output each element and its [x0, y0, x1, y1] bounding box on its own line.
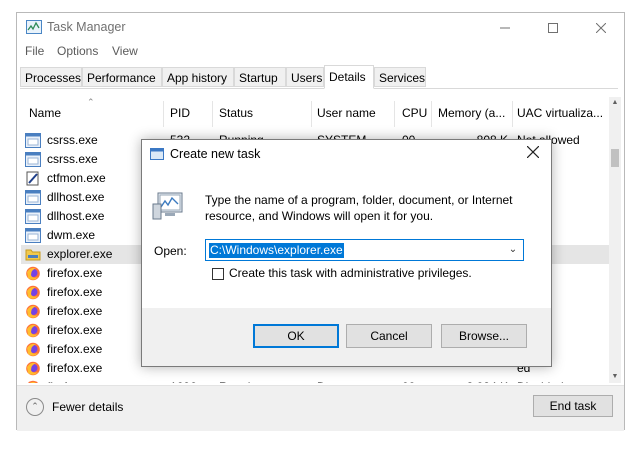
table-row[interactable]: firefox.exe 1696 Running Dzee 00 3,084 K Disab… [21, 378, 609, 383]
close-icon [526, 145, 540, 159]
open-label: Open: [154, 244, 187, 258]
column-divider[interactable] [163, 101, 164, 127]
column-header-status[interactable]: Status [219, 99, 309, 127]
open-input-value[interactable]: C:\Windows\explorer.exe [209, 243, 344, 258]
column-divider[interactable] [512, 101, 513, 127]
dialog-close-button[interactable] [521, 143, 545, 165]
close-icon [596, 23, 606, 33]
column-header-pid[interactable]: PID [170, 99, 210, 127]
cell-cpu: 00 [402, 378, 430, 383]
tab-performance[interactable]: Performance [82, 67, 162, 87]
fewer-details-link[interactable]: Fewer details [52, 400, 123, 414]
chevron-down-icon[interactable]: ⌄ [506, 241, 520, 259]
tab-details[interactable]: Details [324, 65, 374, 89]
cell-memory: 3,084 K [438, 378, 508, 383]
chevron-up-icon[interactable]: ⌃ [26, 398, 44, 416]
cell-status: Running [219, 378, 309, 383]
browse-button[interactable]: Browse... [441, 324, 527, 348]
open-combobox[interactable]: C:\Windows\explorer.exe ⌄ [205, 239, 524, 261]
admin-privileges-checkbox[interactable] [212, 268, 224, 280]
menu-bar: File Options View [17, 44, 624, 62]
dialog-button-bar: OK Cancel Browse... [142, 308, 551, 366]
firefox-icon [25, 323, 41, 338]
column-header-user-name[interactable]: User name [317, 99, 397, 127]
system-process-icon [25, 133, 41, 148]
pen-process-icon [25, 171, 41, 186]
cell-uac: Disabled [517, 378, 609, 383]
create-new-task-dialog: Create new task Type the name of a progr… [141, 139, 552, 367]
column-header-memory[interactable]: Memory (a... [438, 99, 514, 127]
cell-user-name: Dzee [317, 378, 393, 383]
menu-view[interactable]: View [112, 44, 138, 58]
footer-bar: ⌃ Fewer details End task [17, 385, 624, 431]
dialog-title: Create new task [170, 147, 261, 161]
column-header-cpu[interactable]: CPU [402, 99, 432, 127]
tab-startup[interactable]: Startup [234, 67, 286, 87]
column-header-uac[interactable]: UAC virtualiza... [517, 99, 609, 127]
maximize-button[interactable] [530, 15, 576, 41]
scroll-down-icon[interactable]: ▼ [609, 371, 621, 383]
firefox-icon [25, 380, 41, 383]
column-header-name[interactable]: Name [29, 99, 159, 127]
scroll-up-icon[interactable]: ▲ [609, 97, 621, 109]
firefox-icon [25, 266, 41, 281]
maximize-icon [548, 23, 558, 33]
firefox-icon [25, 342, 41, 357]
close-button[interactable] [578, 15, 624, 41]
tab-services[interactable]: Services [374, 67, 426, 87]
cell-pid: 1696 [170, 378, 210, 383]
ok-button[interactable]: OK [253, 324, 339, 348]
end-task-button[interactable]: End task [533, 395, 613, 417]
title-bar: Task Manager [17, 13, 624, 43]
minimize-icon [500, 27, 510, 29]
task-manager-monitor-icon [152, 192, 183, 220]
tab-app-history[interactable]: App history [162, 67, 234, 87]
column-divider[interactable] [431, 101, 432, 127]
system-process-icon [25, 228, 41, 243]
menu-file[interactable]: File [25, 44, 44, 58]
firefox-icon [25, 304, 41, 319]
folder-icon [25, 247, 41, 262]
task-manager-icon [26, 20, 42, 34]
system-process-icon [25, 152, 41, 167]
tab-users[interactable]: Users [286, 67, 324, 87]
admin-privileges-label[interactable]: Create this task with administrative pri… [229, 266, 472, 280]
menu-options[interactable]: Options [57, 44, 98, 58]
system-process-icon [25, 209, 41, 224]
window-title: Task Manager [47, 20, 126, 34]
cancel-button[interactable]: Cancel [346, 324, 432, 348]
dialog-description: Type the name of a program, folder, docu… [205, 193, 513, 223]
vertical-scrollbar[interactable]: ▲ ▼ [609, 97, 621, 383]
firefox-icon [25, 285, 41, 300]
column-divider[interactable] [212, 101, 213, 127]
tab-divider [20, 88, 618, 89]
firefox-icon [25, 361, 41, 376]
column-divider[interactable] [311, 101, 312, 127]
minimize-button[interactable] [482, 15, 528, 41]
system-process-icon [25, 190, 41, 205]
tab-processes[interactable]: Processes [20, 67, 82, 87]
column-divider[interactable] [394, 101, 395, 127]
scroll-thumb[interactable] [611, 149, 619, 167]
cell-name: firefox.exe [47, 378, 159, 383]
run-icon [150, 148, 164, 160]
